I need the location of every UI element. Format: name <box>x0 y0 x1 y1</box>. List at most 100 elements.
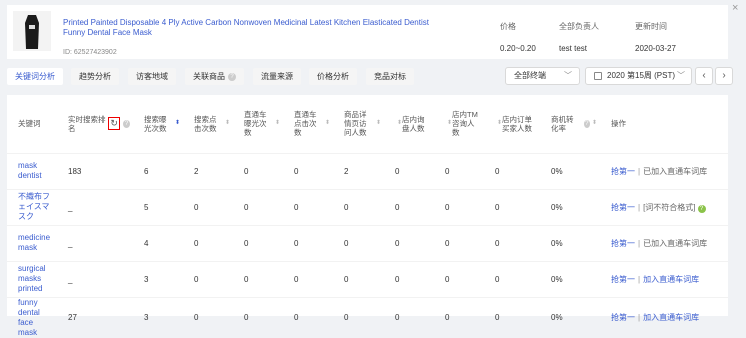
calendar-icon <box>594 72 602 80</box>
product-id: ID: 62527423902 <box>63 49 117 56</box>
table-row: surgical masks printed _ 3 0 0 0 0 0 0 0… <box>7 260 728 297</box>
p4p-status: 已加入直通车词库 <box>643 238 708 248</box>
col-header-p4p-clicks[interactable]: 直通车点击次数 ⬍ <box>283 95 333 153</box>
cell: 0% <box>540 260 600 297</box>
cell: 0 <box>183 188 233 225</box>
tab-keyword-analysis[interactable]: 关键词分析 <box>7 68 63 85</box>
divider: | <box>638 202 641 212</box>
bid-first-link[interactable]: 抢第一 <box>611 167 635 176</box>
keyword-link[interactable]: mask dentist <box>18 161 42 180</box>
cell: 0 <box>333 224 384 261</box>
cell: 0 <box>434 296 484 338</box>
bid-first-link[interactable]: 抢第一 <box>611 275 635 284</box>
col-header-inquiry-users[interactable]: ⬍ 店内询盘人数 <box>384 95 434 153</box>
tab-related-products[interactable]: 关联商品? <box>185 68 244 85</box>
keyword-link[interactable]: funny dental face mask <box>18 298 40 337</box>
cell: 0 <box>333 188 384 225</box>
cell: 0 <box>283 260 333 297</box>
header-label: 直通车曝光次数 <box>244 110 267 138</box>
close-icon[interactable]: × <box>732 2 738 14</box>
bid-first-link[interactable]: 抢第一 <box>611 239 635 248</box>
keyword-link[interactable]: 不織布フェイスマスク <box>18 192 50 221</box>
tab-label: 关联商品 <box>193 72 225 81</box>
cell: 0 <box>384 260 434 297</box>
tab-competitor-benchmark[interactable]: 竞品对标 <box>366 68 414 85</box>
cell: 0 <box>434 224 484 261</box>
owner-value: test test <box>559 44 588 53</box>
tab-traffic-source[interactable]: 流量来源 <box>253 68 301 85</box>
p4p-status: [词不符合格式] <box>643 202 696 212</box>
prev-week-button[interactable]: ‹ <box>695 67 713 85</box>
header-label: 店内订单买家人数 <box>502 114 533 133</box>
terminal-select[interactable]: 全部终端 ﹀ <box>505 67 580 85</box>
next-week-button[interactable]: › <box>715 67 733 85</box>
cell: 0 <box>484 152 540 189</box>
update-time-value: 2020-03-27 <box>635 44 676 53</box>
chevron-down-icon: ﹀ <box>564 71 572 80</box>
col-header-conversion-rate: 商机转化率? ⬍ <box>540 95 600 153</box>
sort-icon[interactable]: ⬍ <box>325 119 330 128</box>
help-icon: ? <box>583 119 590 128</box>
product-title-link[interactable]: Printed Painted Disposable 4 Ply Active … <box>63 18 433 38</box>
price-value: 0.20~0.20 <box>500 44 536 53</box>
col-header-order-buyers[interactable]: ⬍ 店内订单买家人数 <box>484 95 540 153</box>
keyword-link[interactable]: medicine mask <box>18 233 50 252</box>
add-to-p4p-link[interactable]: 加入直通车词库 <box>643 275 699 284</box>
header-label: 实时搜索排名 <box>68 114 106 133</box>
add-to-p4p-link[interactable]: 加入直通车词库 <box>643 313 699 322</box>
cell: 0 <box>183 296 233 338</box>
tab-label: 价格分析 <box>317 72 349 81</box>
header-label: 搜索曝光次数 <box>144 114 167 133</box>
col-header-detail-visitors[interactable]: 商品详情页访问人数 ⬍ <box>333 95 384 153</box>
cell: 0 <box>384 296 434 338</box>
sort-icon[interactable]: ⬍ <box>225 119 230 128</box>
bid-first-link[interactable]: 抢第一 <box>611 203 635 212</box>
divider: | <box>638 274 641 284</box>
bid-first-link[interactable]: 抢第一 <box>611 313 635 322</box>
tab-label: 流量来源 <box>261 72 293 81</box>
sort-icon[interactable]: ⬍ <box>275 119 280 128</box>
cell: 4 <box>133 224 183 261</box>
col-header-search-impressions[interactable]: 搜索曝光次数 ⬍ <box>133 95 183 153</box>
tab-visitor-region[interactable]: 访客地域 <box>128 68 176 85</box>
cell: 0 <box>333 260 384 297</box>
cell: 0 <box>384 188 434 225</box>
col-header-realtime-rank[interactable]: 实时搜索排名 ↻? <box>57 95 133 153</box>
col-header-search-clicks[interactable]: 搜索点击次数 ⬍ <box>183 95 233 153</box>
divider: | <box>638 313 641 322</box>
owner-label: 全部负责人 <box>559 22 599 31</box>
sort-icon[interactable]: ⬍ <box>175 119 180 128</box>
week-date-select[interactable]: 2020 第15周 (PST) ﹀ <box>585 67 692 85</box>
cell: 5 <box>133 188 183 225</box>
cell: 3 <box>133 296 183 338</box>
help-icon: ? <box>228 72 236 81</box>
tab-label: 趋势分析 <box>79 72 111 81</box>
refresh-icon[interactable]: ↻ <box>108 117 120 131</box>
cell: 0 <box>283 188 333 225</box>
sort-icon[interactable]: ⬍ <box>592 119 597 128</box>
cell: 0 <box>384 224 434 261</box>
cell: 2 <box>333 152 384 189</box>
sort-icon[interactable]: ⬍ <box>376 119 381 128</box>
cell: 0 <box>233 152 283 189</box>
chevron-down-icon: ﹀ <box>677 71 685 80</box>
table-row: medicine mask _ 4 0 0 0 0 0 0 0 0% 抢第一 | 已… <box>7 224 728 261</box>
week-date-value: 2020 第15周 (PST) <box>607 71 676 80</box>
col-header-p4p-impressions[interactable]: 直通车曝光次数 ⬍ <box>233 95 283 153</box>
cell: 0 <box>233 188 283 225</box>
tab-trend-analysis[interactable]: 趋势分析 <box>71 68 119 85</box>
table-row: mask dentist 183 6 2 0 0 2 0 0 0 0% 抢第一 |… <box>7 152 728 189</box>
cell: _ <box>57 260 133 297</box>
cell: 0 <box>434 188 484 225</box>
product-thumbnail[interactable] <box>13 11 51 51</box>
tab-price-analysis[interactable]: 价格分析 <box>309 68 357 85</box>
cell: 27 <box>57 296 133 338</box>
help-icon: ? <box>697 204 706 213</box>
cell: 0 <box>283 224 333 261</box>
keyword-link[interactable]: surgical masks printed <box>18 264 46 293</box>
col-header-keyword: 关键词 <box>7 95 57 153</box>
cell: 183 <box>57 152 133 189</box>
table-row: 不織布フェイスマスク _ 5 0 0 0 0 0 0 0 0% 抢第一 | [词不符… <box>7 188 728 225</box>
header-label: 商机转化率 <box>551 114 574 133</box>
col-header-tm-consult-users[interactable]: ⬍ 店内TM咨询人数 <box>434 95 484 153</box>
